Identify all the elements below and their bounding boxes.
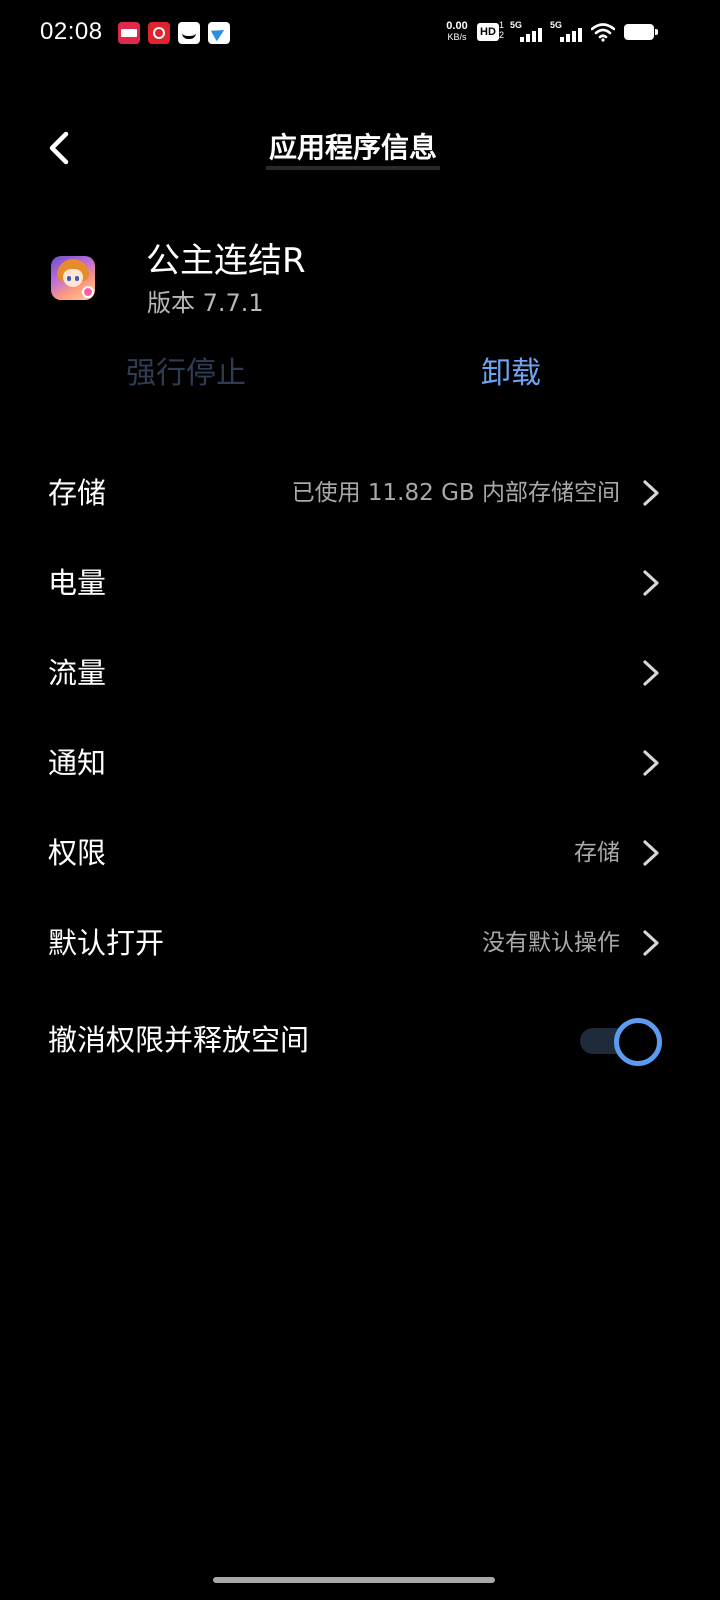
force-stop-button[interactable]: 强行停止 xyxy=(126,352,262,396)
uninstall-button[interactable]: 卸载 xyxy=(481,352,551,396)
telegram-icon xyxy=(208,22,230,44)
toggle-knob xyxy=(614,1018,662,1066)
chevron-left-icon xyxy=(49,131,69,165)
settings-row-storage[interactable]: 存储 已使用 11.82 GB 内部存储空间 xyxy=(0,448,720,538)
settings-row-battery[interactable]: 电量 xyxy=(0,538,720,628)
settings-row-revoke-permissions: 撤消权限并释放空间 xyxy=(0,992,720,1088)
hd-sim-top: 1 xyxy=(499,20,505,30)
status-bar: 02:08 0.00 KB/s HD 1 2 5G 5G xyxy=(0,0,720,66)
storage-label: 存储 xyxy=(48,476,107,510)
chevron-right-icon xyxy=(643,570,659,596)
settings-row-default-open[interactable]: 默认打开 没有默认操作 xyxy=(0,898,720,988)
chevron-right-icon xyxy=(643,840,659,866)
network-speed: 0.00 KB/s xyxy=(442,21,472,43)
signal-sim2-icon: 5G xyxy=(550,20,586,44)
permissions-value: 存储 xyxy=(574,840,620,866)
app-version: 版本 7.7.1 xyxy=(147,289,264,317)
chevron-right-icon xyxy=(643,930,659,956)
app-icon xyxy=(51,256,95,300)
revoke-permissions-toggle[interactable] xyxy=(580,1016,662,1066)
default-open-value: 没有默认操作 xyxy=(482,930,620,956)
settings-row-data-usage[interactable]: 流量 xyxy=(0,628,720,718)
network-speed-value: 0.00 xyxy=(446,20,468,32)
hd-sim-indicator: 1 2 xyxy=(499,20,504,40)
chevron-right-icon xyxy=(643,750,659,776)
storage-value: 已使用 11.82 GB 内部存储空间 xyxy=(291,480,620,506)
hd-sim-bottom: 2 xyxy=(499,30,505,40)
hd-voice-icon: HD xyxy=(477,23,499,41)
status-time: 02:08 xyxy=(40,18,103,45)
settings-row-permissions[interactable]: 权限 存储 xyxy=(0,808,720,898)
signal-sim1-icon: 5G xyxy=(510,20,546,44)
notifications-label: 通知 xyxy=(48,746,107,780)
chevron-right-icon xyxy=(643,660,659,686)
netease-music-icon xyxy=(148,22,170,44)
back-button[interactable] xyxy=(40,128,80,168)
battery-icon xyxy=(624,24,658,40)
wifi-icon xyxy=(591,23,615,42)
app-notification-icon xyxy=(178,22,200,44)
network-speed-unit: KB/s xyxy=(447,32,467,42)
page-title: 应用程序信息 xyxy=(266,130,440,170)
settings-row-notifications[interactable]: 通知 xyxy=(0,718,720,808)
network-type-sim2: 5G xyxy=(550,20,563,30)
battery-label: 电量 xyxy=(48,566,107,600)
default-open-label: 默认打开 xyxy=(48,926,165,960)
app-name: 公主连结R xyxy=(146,241,306,281)
revoke-permissions-label: 撤消权限并释放空间 xyxy=(48,1023,310,1057)
home-indicator[interactable] xyxy=(213,1577,495,1583)
chevron-right-icon xyxy=(643,480,659,506)
permissions-label: 权限 xyxy=(48,836,107,870)
data-usage-label: 流量 xyxy=(48,656,107,690)
bilibili-manga-icon xyxy=(118,22,140,44)
network-type-sim1: 5G xyxy=(510,20,523,30)
